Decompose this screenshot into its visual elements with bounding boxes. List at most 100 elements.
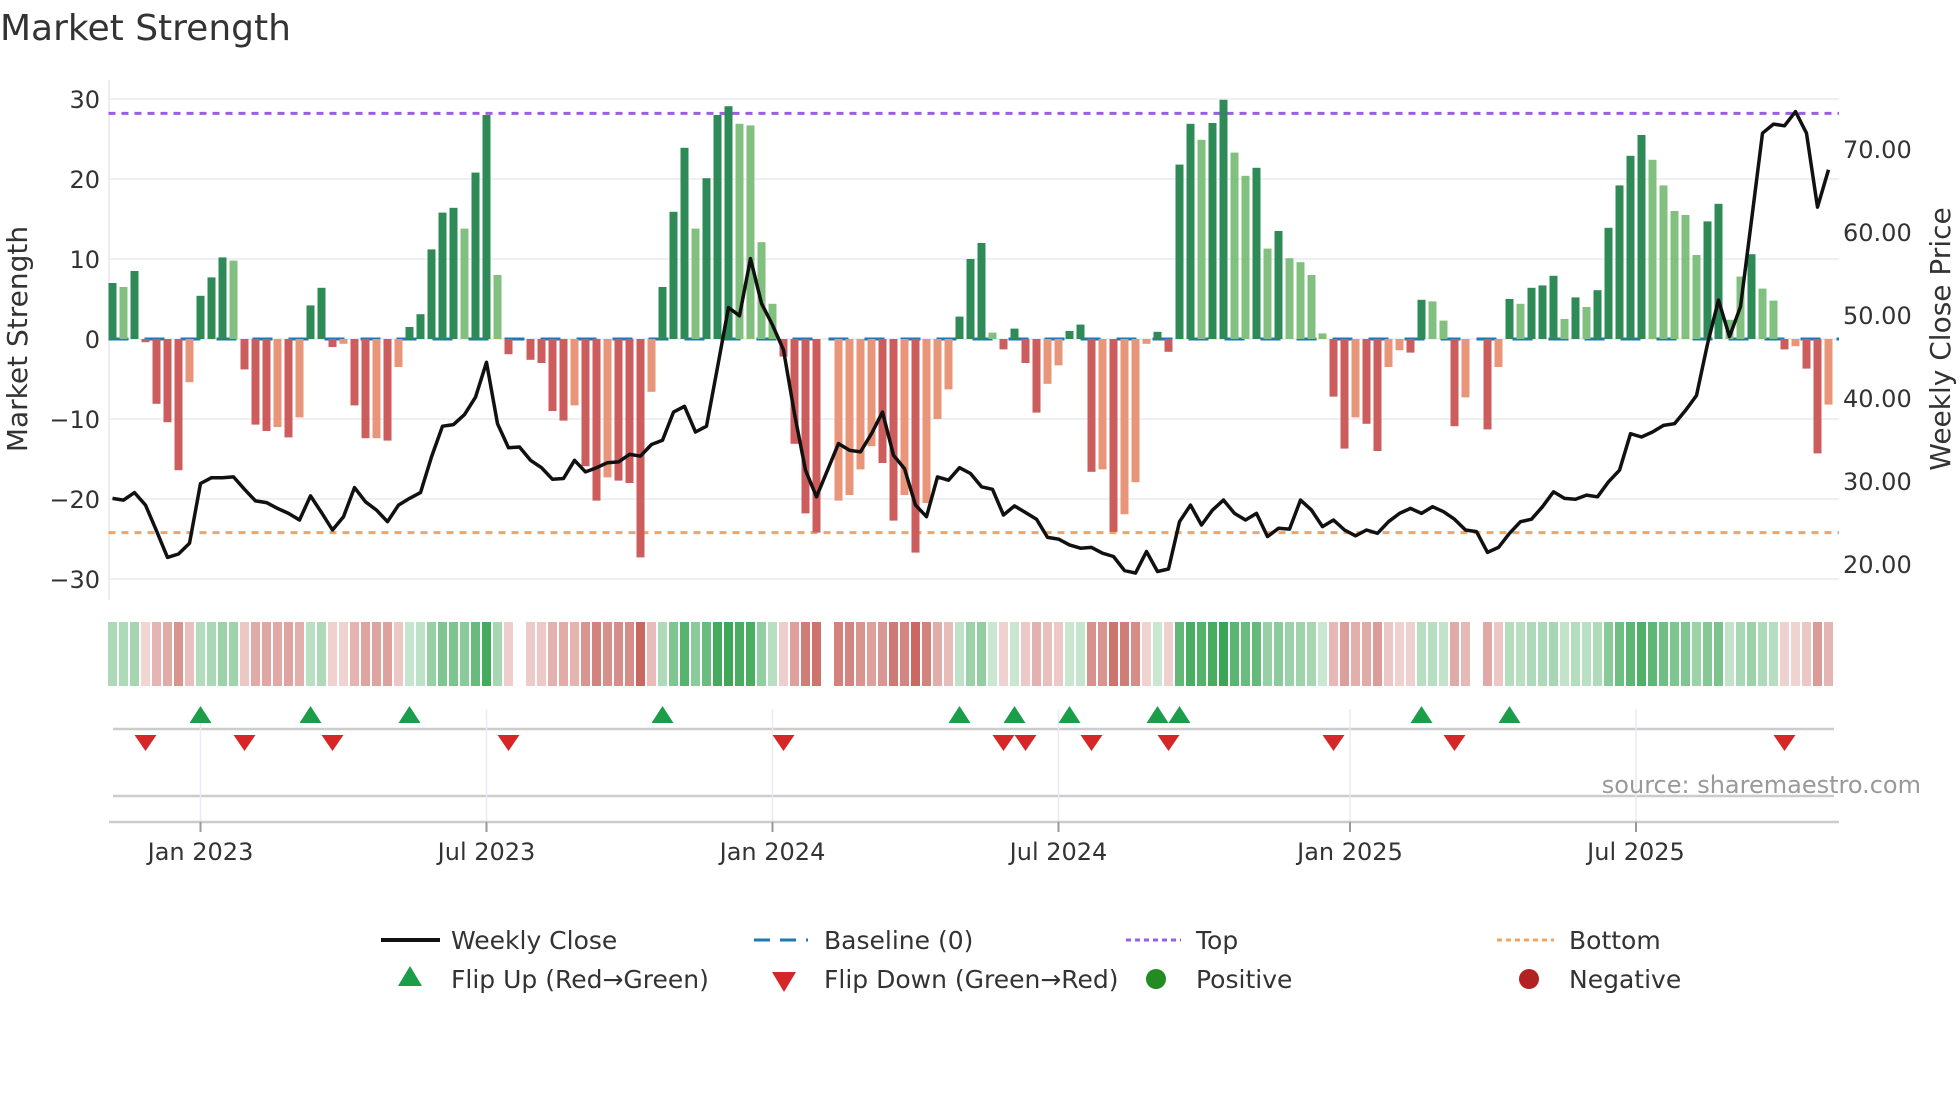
strip-cell (152, 622, 161, 686)
strip-cell (1395, 622, 1404, 686)
strength-bar (493, 275, 502, 339)
x-tick-label: Jul 2025 (1585, 838, 1685, 866)
flip-down-marker (497, 735, 520, 751)
strip-cell (911, 622, 920, 686)
strength-bar (1318, 333, 1327, 339)
strip-cell (493, 622, 502, 686)
strip-cell (361, 622, 370, 686)
strip-cell (1285, 622, 1294, 686)
strength-bar (1032, 339, 1041, 413)
strip-cell (1604, 622, 1613, 686)
strength-bar (383, 339, 392, 441)
flip-up-marker (398, 706, 421, 723)
y-tick-label: −10 (49, 406, 100, 434)
strip-cell (812, 622, 821, 686)
strength-bar (1758, 288, 1767, 339)
strip-cell (405, 622, 414, 686)
strip-cell (735, 622, 744, 686)
legend-negative: Negative (1569, 965, 1681, 994)
strength-bar (328, 339, 337, 347)
strength-bar (251, 339, 260, 425)
y-tick-label: 0 (85, 326, 100, 354)
flip-down-marker (134, 735, 157, 751)
strength-bar (1582, 307, 1591, 339)
legend: Weekly Close Baseline (0) Top Bottom Fli… (381, 926, 1681, 994)
strength-bar (691, 228, 700, 339)
strip-cell (1406, 622, 1415, 686)
gridlines (108, 80, 1839, 822)
strength-bar (1549, 275, 1558, 339)
strip-cell (1131, 622, 1140, 686)
strength-bar (1395, 339, 1404, 351)
strip-cell (1087, 622, 1096, 686)
strip-cell (1010, 622, 1019, 686)
strength-bar (911, 339, 920, 553)
y-tick-label: 10 (69, 246, 100, 274)
strip-cell (471, 622, 480, 686)
strip-cell (1615, 622, 1624, 686)
strength-bar (1054, 339, 1063, 366)
strength-bar (1637, 135, 1646, 339)
strength-bar (1747, 254, 1756, 339)
flip-down-marker (321, 735, 344, 751)
strength-bar (350, 339, 359, 406)
flip-down-marker (1322, 735, 1345, 751)
strength-bar (1109, 339, 1118, 532)
flip-down-marker (1443, 735, 1466, 751)
strength-bar (1450, 339, 1459, 427)
strip-cell (1043, 622, 1052, 686)
legend-flip-up: Flip Up (Red→Green) (451, 965, 709, 994)
strength-bar (1263, 248, 1272, 339)
strength-bar (1373, 339, 1382, 451)
strip-cell (1032, 622, 1041, 686)
strip-cell (1538, 622, 1547, 686)
weekly-close-line (112, 109, 1831, 575)
strength-bar (1219, 99, 1228, 339)
y2-tick-label: 70.00 (1843, 136, 1912, 164)
strip-cell (416, 622, 425, 686)
strength-bar (889, 339, 898, 521)
strength-bar (988, 332, 997, 339)
flip-up-marker (1168, 706, 1191, 723)
strip-cell (977, 622, 986, 686)
strip-cell (614, 622, 623, 686)
flip-up-marker (651, 706, 674, 723)
strength-bar (1351, 339, 1360, 418)
strength-bar (1604, 227, 1613, 339)
strip-cell (1065, 622, 1074, 686)
strip-cell (339, 622, 348, 686)
strip-cell (1681, 622, 1690, 686)
strip-cell (1373, 622, 1382, 686)
strip-cell (1120, 622, 1129, 686)
strength-bar (1670, 211, 1679, 339)
strength-bar (1175, 164, 1184, 339)
strip-cell (1109, 622, 1118, 686)
strength-bar (361, 339, 370, 439)
strip-cell (1527, 622, 1536, 686)
weekly-close-series (112, 109, 1831, 575)
strength-bar (262, 339, 271, 431)
flip-up-marker (299, 706, 322, 723)
strip-cell (1769, 622, 1778, 686)
strength-bar (1439, 320, 1448, 339)
flip-up-marker (1058, 706, 1081, 723)
flip-down-marker (1080, 735, 1103, 751)
strip-cell (933, 622, 942, 686)
flip-down-marker (233, 735, 256, 751)
y2-tick-label: 50.00 (1843, 302, 1912, 330)
strip-cell (1208, 622, 1217, 686)
strength-bar (460, 228, 469, 339)
flip-up-icon (398, 966, 422, 986)
strength-bar (229, 260, 238, 339)
y2-tick-label: 20.00 (1843, 551, 1912, 579)
strength-bar (1241, 175, 1250, 339)
strip-cell (1725, 622, 1734, 686)
strength-bar (174, 339, 183, 471)
strip-cell (1505, 622, 1514, 686)
strip-cell (966, 622, 975, 686)
strength-bar (218, 257, 227, 339)
strip-cell (1549, 622, 1558, 686)
strip-cell (1560, 622, 1569, 686)
strip-cell (1186, 622, 1195, 686)
strength-bar (295, 339, 304, 418)
